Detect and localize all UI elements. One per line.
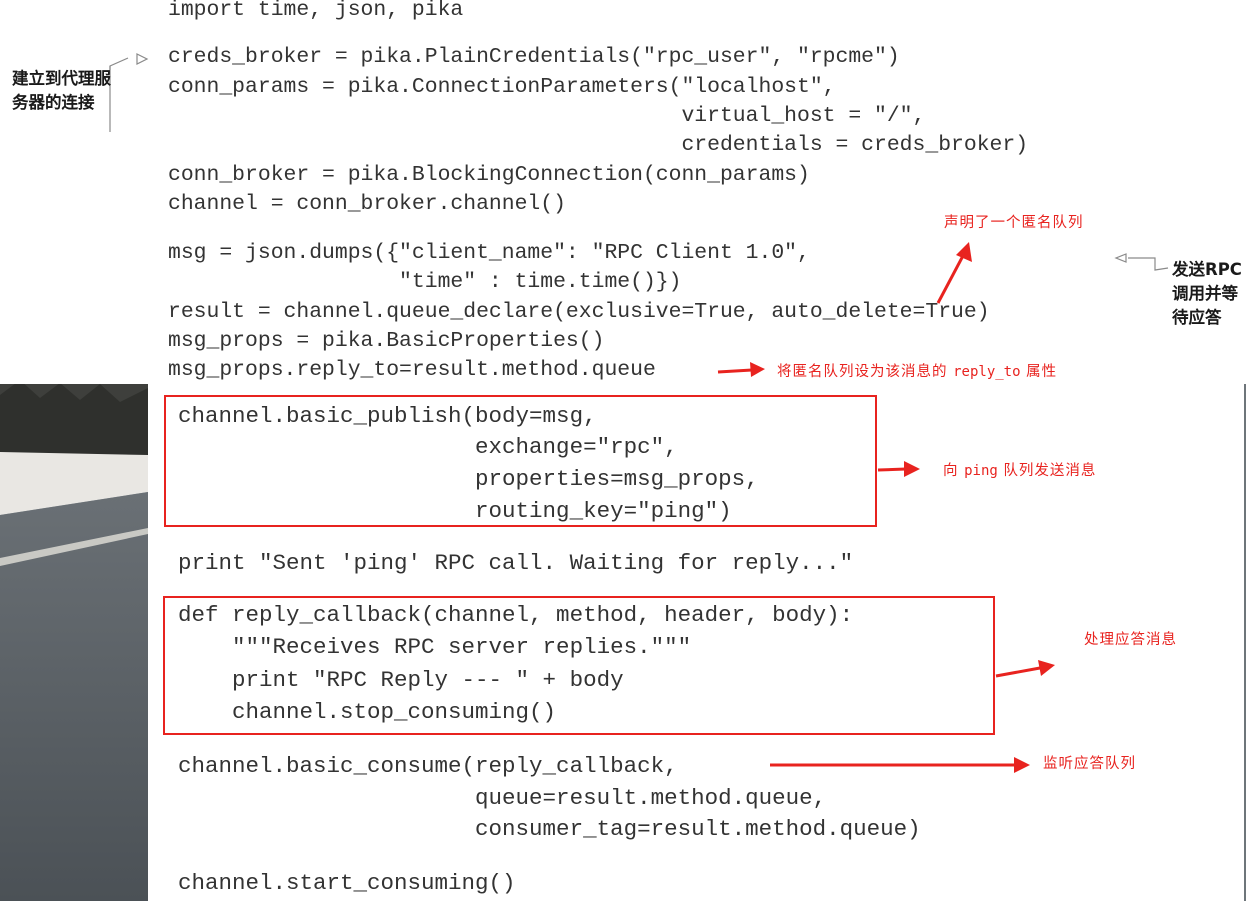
annotation-send-ping-post: 队列发送消息 bbox=[1003, 463, 1097, 479]
annotation-reply-to-post: 属性 bbox=[1026, 364, 1058, 380]
basic-publish-highlight-box bbox=[164, 395, 877, 527]
annotation-send-ping-code: ping bbox=[964, 463, 998, 479]
code-line: virtual_host = "/", bbox=[168, 104, 926, 128]
code-line: channel.basic_consume(reply_callback, bbox=[178, 753, 678, 779]
code-line: import time, json, pika bbox=[168, 0, 464, 22]
code-line: conn_params = pika.ConnectionParameters(… bbox=[168, 75, 836, 99]
code-line: credentials = creds_broker) bbox=[168, 133, 1029, 157]
code-line: channel = conn_broker.channel() bbox=[168, 192, 566, 216]
annotation-handle-reply: 处理应答消息 bbox=[1084, 632, 1177, 648]
annotation-send-ping-pre: 向 bbox=[943, 463, 959, 479]
annotation-reply-to-code: reply_to bbox=[953, 364, 1021, 380]
code-line: msg = json.dumps({"client_name": "RPC Cl… bbox=[168, 241, 810, 265]
code-line: "time" : time.time()}) bbox=[168, 270, 682, 294]
annotation-declare-anon-queue: 声明了一个匿名队列 bbox=[944, 215, 1084, 231]
code-line: conn_broker = pika.BlockingConnection(co… bbox=[168, 163, 810, 187]
code-line: result = channel.queue_declare(exclusive… bbox=[168, 300, 990, 324]
reply-callback-highlight-box bbox=[163, 596, 995, 735]
code-line: msg_props.reply_to=result.method.queue bbox=[168, 358, 656, 382]
code-line: msg_props = pika.BasicProperties() bbox=[168, 329, 605, 353]
code-line: print "Sent 'ping' RPC call. Waiting for… bbox=[178, 550, 854, 576]
annotation-connect-broker: 建立到代理服务器的连接 bbox=[12, 69, 111, 112]
annotation-send-ping: 向 ping 队列发送消息 bbox=[943, 459, 1096, 480]
code-line: creds_broker = pika.PlainCredentials("rp… bbox=[168, 45, 900, 69]
code-line: queue=result.method.queue, bbox=[178, 785, 827, 811]
code-line: consumer_tag=result.method.queue) bbox=[178, 816, 921, 842]
annotation-listen-reply: 监听应答队列 bbox=[1043, 756, 1136, 772]
code-line: channel.start_consuming() bbox=[178, 870, 516, 896]
annotation-send-rpc: 发送RPC调用并等待应答 bbox=[1172, 260, 1242, 327]
annotation-reply-to: 将匿名队列设为该消息的 reply_to 属性 bbox=[777, 360, 1057, 381]
annotation-reply-to-pre: 将匿名队列设为该消息的 bbox=[777, 364, 948, 380]
